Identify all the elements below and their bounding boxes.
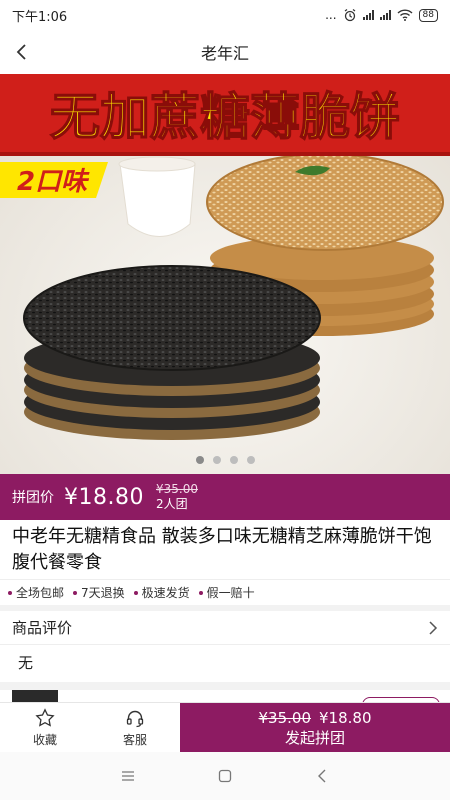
service-tag: 假一赔十 <box>198 584 255 601</box>
cta-group-price: ¥18.80 <box>319 709 372 727</box>
service-tag: 极速发货 <box>133 584 190 601</box>
cta-prices: ¥35.00 ¥18.80 <box>259 708 372 728</box>
more-dots-indicator: ... <box>325 8 337 22</box>
bottom-action-bar: 收藏 客服 ¥35.00 ¥18.80 发起拼团 <box>0 702 450 753</box>
service-tag-label: 假一赔十 <box>206 586 255 600</box>
back-icon <box>317 769 326 783</box>
signal-icon <box>362 10 374 20</box>
wifi-icon <box>397 9 413 21</box>
status-bar: 下午1:06 ... 88 <box>0 0 450 30</box>
home-icon <box>218 769 232 783</box>
group-price-label: 拼团价 <box>12 490 54 506</box>
carousel-dot[interactable] <box>212 456 221 464</box>
service-label: 客服 <box>122 733 147 747</box>
status-time: 下午1:06 <box>12 9 68 25</box>
signal-icon <box>379 10 391 20</box>
customer-service-button[interactable]: 客服 <box>90 703 180 753</box>
group-price-bar: 拼团价 ¥18.80 ¥35.00 2人团 <box>0 474 450 520</box>
service-tag: 全场包邮 <box>8 584 64 601</box>
original-price: ¥35.00 <box>155 482 198 496</box>
status-indicators: ... 88 <box>325 8 438 22</box>
nav-bar: 老年汇 <box>0 30 450 74</box>
service-tag-label: 7天退换 <box>81 586 125 600</box>
favorite-button[interactable]: 收藏 <box>0 703 90 753</box>
cta-label: 发起拼团 <box>284 729 345 747</box>
group-price: ¥18.80 <box>64 484 144 510</box>
carousel-dot[interactable] <box>246 456 255 464</box>
group-size: 2人团 <box>155 497 188 511</box>
service-tag-label: 极速发货 <box>141 586 190 600</box>
menu-icon <box>122 771 135 781</box>
banner-text: 无加蔗糖薄脆饼 <box>50 88 400 146</box>
section-divider <box>0 682 450 690</box>
favorite-label: 收藏 <box>32 733 57 747</box>
start-group-buy-button[interactable]: ¥35.00 ¥18.80 发起拼团 <box>180 703 450 753</box>
carousel-dot[interactable] <box>195 456 204 464</box>
reviews-empty-text: 无 <box>18 654 34 672</box>
reviews-title: 商品评价 <box>12 619 73 637</box>
page-title: 老年汇 <box>200 44 249 63</box>
system-back-button[interactable] <box>304 758 340 794</box>
alarm-icon <box>344 9 355 22</box>
cta-original-price: ¥35.00 <box>258 709 312 727</box>
bullet-icon <box>73 590 78 595</box>
battery-icon: 88 <box>418 8 438 22</box>
bullet-icon <box>198 590 203 595</box>
product-photo: 无加蔗糖薄脆饼 2口味 <box>0 74 450 474</box>
service-tag: 7天退换 <box>73 584 125 601</box>
star-icon <box>35 708 55 727</box>
back-button[interactable] <box>4 34 40 70</box>
home-button[interactable] <box>207 758 243 794</box>
carousel-indicator <box>0 456 450 464</box>
flavor-badge: 2口味 <box>17 167 90 197</box>
menu-button[interactable] <box>110 758 146 794</box>
product-title: 中老年无糖精食品 散装多口味无糖精芝麻薄脆饼干饱腹代餐零食 <box>12 526 432 573</box>
price-meta: ¥35.00 2人团 <box>156 482 198 512</box>
chevron-left-icon <box>16 44 26 60</box>
system-nav-bar <box>0 752 450 800</box>
carousel-dot[interactable] <box>229 456 238 464</box>
bullet-icon <box>8 590 12 595</box>
product-image-carousel[interactable]: 无加蔗糖薄脆饼 2口味 <box>0 74 450 474</box>
service-tags: 全场包邮 7天退换 极速发货 假一赔十 <box>0 579 450 605</box>
bullet-icon <box>133 590 138 595</box>
headset-icon <box>126 710 144 728</box>
reviews-row[interactable]: 商品评价 <box>0 611 450 645</box>
service-tag-label: 全场包邮 <box>16 586 65 600</box>
chevron-right-icon <box>429 620 438 635</box>
